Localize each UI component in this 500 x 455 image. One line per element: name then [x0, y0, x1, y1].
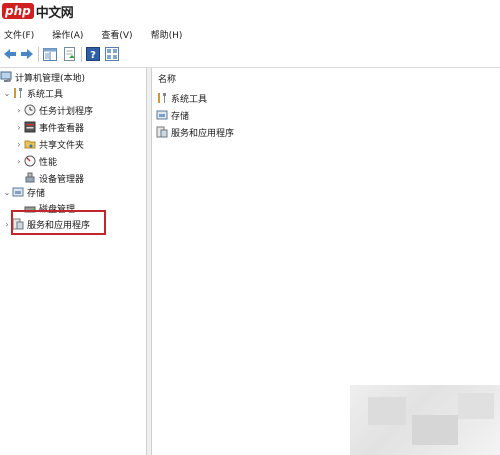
chevron-down-icon[interactable]: ⌄: [2, 89, 12, 98]
show-hide-tree-icon[interactable]: [42, 46, 58, 62]
tree-item-storage[interactable]: ⌄ 存储: [2, 184, 45, 200]
toolbar: ?: [0, 43, 500, 68]
name-column-header[interactable]: 名称: [158, 72, 176, 85]
help-icon[interactable]: ?: [85, 46, 101, 62]
forward-arrow-icon[interactable]: [19, 46, 35, 62]
tree-item-shared-folders[interactable]: › 共享文件夹: [14, 136, 84, 152]
system-tools-icon: [14, 88, 22, 98]
view-icon[interactable]: [104, 46, 120, 62]
blurred-watermark: [350, 385, 500, 455]
watermark-logo: php: [2, 3, 34, 19]
chevron-right-icon[interactable]: ›: [14, 157, 24, 166]
toolbar-separator: [81, 47, 82, 62]
back-arrow-icon[interactable]: [2, 46, 18, 62]
tree-item-performance[interactable]: › 性能: [14, 153, 57, 169]
event-viewer-icon: [24, 121, 36, 133]
tree-item-root[interactable]: 计算机管理(本地): [0, 69, 85, 85]
clock-icon: [24, 104, 36, 116]
tree-label: 计算机管理(本地): [15, 73, 86, 84]
list-item[interactable]: 服务和应用程序: [156, 124, 234, 140]
shared-folder-icon: [24, 140, 36, 149]
menu-view[interactable]: 查看(V): [101, 28, 132, 41]
menu-help[interactable]: 帮助(H): [151, 28, 183, 41]
tree-label: 系统工具: [27, 89, 64, 100]
device-manager-icon: [25, 172, 35, 183]
list-item[interactable]: 存储: [156, 107, 189, 123]
chevron-right-icon[interactable]: ›: [14, 140, 24, 149]
chevron-right-icon[interactable]: ›: [14, 123, 24, 132]
list-item-label: 存储: [171, 111, 190, 122]
site-watermark: php 中文网: [2, 2, 74, 21]
menu-bar: 文件(F) 操作(A) 查看(V) 帮助(H): [0, 27, 500, 42]
highlight-box: [11, 210, 106, 235]
menu-action[interactable]: 操作(A): [52, 28, 83, 41]
performance-icon: [24, 155, 36, 167]
tree-item-system-tools[interactable]: ⌄ 系统工具: [2, 85, 63, 101]
tree-label: 任务计划程序: [39, 106, 94, 117]
tree-label: 性能: [39, 157, 58, 168]
tree-label: 共享文件夹: [39, 140, 85, 151]
computer-management-icon: [0, 71, 12, 82]
toolbar-separator: [38, 47, 39, 62]
menu-file[interactable]: 文件(F): [4, 28, 34, 41]
svg-text:?: ?: [90, 50, 96, 61]
watermark-text: 中文网: [35, 5, 74, 21]
storage-icon: [12, 187, 24, 197]
list-item[interactable]: 系统工具: [156, 90, 207, 106]
tree-label: 存储: [27, 188, 46, 199]
list-item-label: 系统工具: [171, 94, 208, 105]
storage-icon: [156, 110, 168, 120]
tree-label: 设备管理器: [39, 174, 85, 185]
system-tools-icon: [158, 93, 166, 103]
tree-item-event-viewer[interactable]: › 事件查看器: [14, 119, 84, 135]
list-item-label: 服务和应用程序: [171, 128, 235, 139]
chevron-down-icon[interactable]: ⌄: [2, 188, 12, 197]
chevron-right-icon[interactable]: ›: [14, 106, 24, 115]
title-bar: php 中文网: [0, 0, 500, 26]
console-tree: 计算机管理(本地) ⌄ 系统工具 › 任务计划程序 › 事件查看器 › 共享文件…: [0, 68, 147, 455]
tree-label: 事件查看器: [39, 123, 85, 134]
tree-item-task-scheduler[interactable]: › 任务计划程序: [14, 102, 93, 118]
services-apps-icon: [156, 126, 168, 138]
properties-icon[interactable]: [62, 46, 78, 62]
